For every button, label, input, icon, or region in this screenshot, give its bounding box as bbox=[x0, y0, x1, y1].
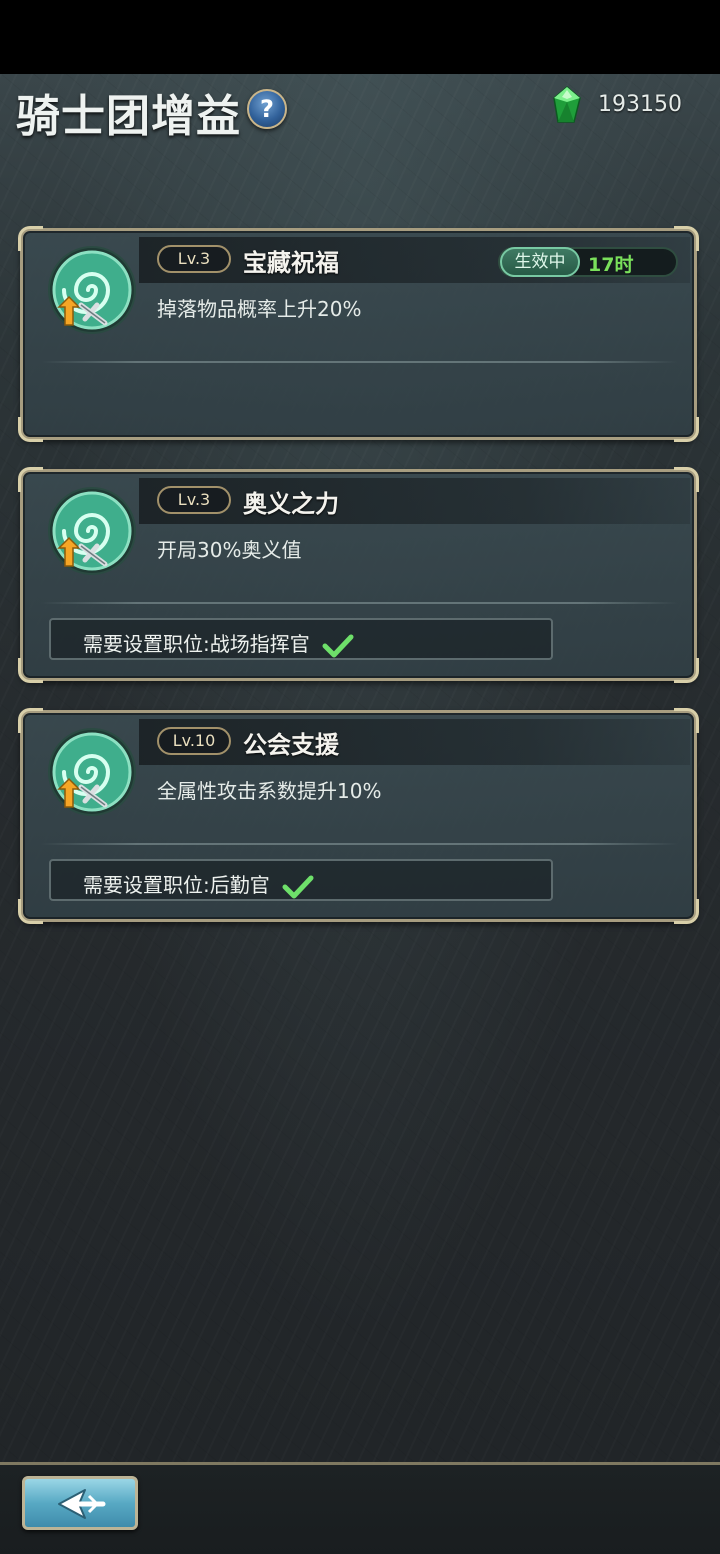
level-badge: Lv.3 bbox=[157, 486, 231, 514]
buff-name: 公会支援 bbox=[243, 730, 339, 759]
page-title: 骑士团增益 bbox=[16, 91, 241, 142]
divider bbox=[41, 602, 678, 604]
requirement-box: 需要设置职位:后勤官 bbox=[49, 859, 553, 901]
question-mark-icon: ? bbox=[260, 95, 274, 123]
gem-count: 193150 bbox=[598, 92, 682, 117]
check-icon bbox=[322, 634, 354, 657]
buff-card-guild-support: Lv.10 公会支援 全属性攻击系数提升10% 需要设置职位:后勤官 bbox=[18, 708, 699, 924]
back-button[interactable] bbox=[22, 1476, 138, 1530]
buff-name: 宝藏祝福 bbox=[243, 248, 339, 277]
buff-card-treasure: Lv.3 宝藏祝福 生效中 17时 掉落物品概率上升20% bbox=[18, 226, 699, 442]
level-badge: Lv.10 bbox=[157, 727, 231, 755]
buff-description: 全属性攻击系数提升10% bbox=[157, 779, 382, 803]
back-arrow-icon bbox=[58, 1489, 106, 1519]
time-remaining: 17时 bbox=[588, 254, 634, 276]
help-button[interactable]: ? bbox=[247, 89, 287, 129]
level-badge: Lv.3 bbox=[157, 245, 231, 273]
active-status-badge: 生效中 bbox=[500, 247, 580, 277]
check-icon bbox=[282, 875, 314, 898]
green-swirl-buff-icon bbox=[48, 728, 136, 816]
status-pill: 生效中 17时 bbox=[498, 247, 678, 277]
green-gem-icon bbox=[553, 86, 581, 123]
screen: 骑士团增益 ? 193150 Lv.3 宝藏祝福 生效中 17时 掉落物品概率上… bbox=[0, 0, 720, 1554]
requirement-text: 需要设置职位:后勤官 bbox=[83, 873, 270, 897]
requirement-box: 需要设置职位:战场指挥官 bbox=[49, 618, 553, 660]
buff-card-ultimate: Lv.3 奥义之力 开局30%奥义值 需要设置职位:战场指挥官 bbox=[18, 467, 699, 683]
status-bar bbox=[0, 0, 720, 74]
green-swirl-buff-icon bbox=[48, 487, 136, 575]
requirement-row: 需要设置职位:后勤官 bbox=[83, 869, 314, 900]
buff-name: 奥义之力 bbox=[243, 489, 339, 518]
requirement-text: 需要设置职位:战场指挥官 bbox=[83, 632, 310, 656]
divider bbox=[41, 843, 678, 845]
requirement-row: 需要设置职位:战场指挥官 bbox=[83, 628, 354, 659]
divider bbox=[41, 361, 678, 363]
green-swirl-buff-icon bbox=[48, 246, 136, 334]
buff-description: 掉落物品概率上升20% bbox=[157, 297, 362, 321]
buff-description: 开局30%奥义值 bbox=[157, 538, 302, 562]
